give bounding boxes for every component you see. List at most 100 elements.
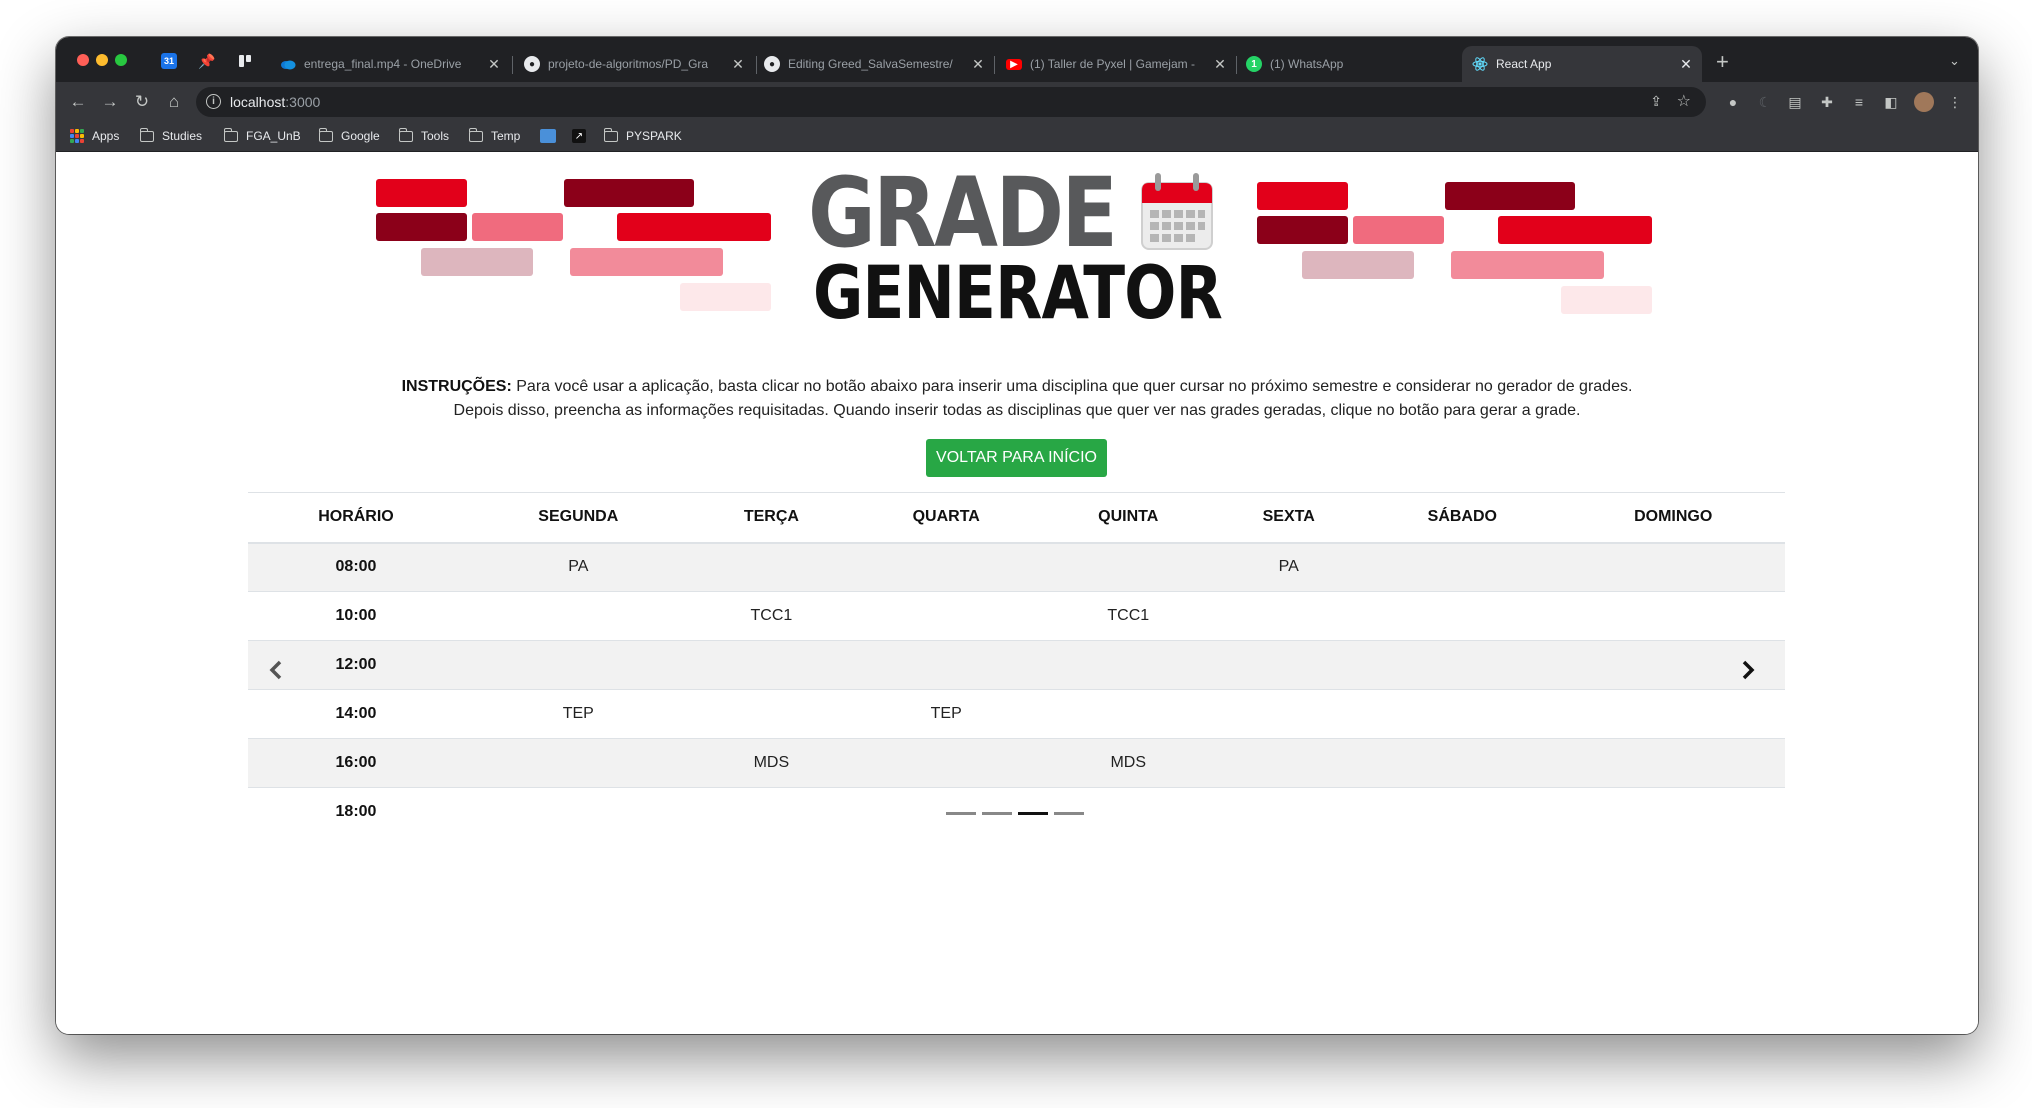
share-icon[interactable]: ⇪ xyxy=(1650,93,1662,110)
side-panel-icon[interactable]: ◧ xyxy=(1882,93,1900,111)
carousel-indicator[interactable] xyxy=(1018,812,1048,815)
course-cell xyxy=(692,542,851,592)
url-text[interactable]: localhost:3000 xyxy=(230,94,320,110)
course-cell: PA xyxy=(1214,542,1364,592)
tab-title: React App xyxy=(1496,57,1552,71)
tab-search-chevron-icon[interactable]: ⌄ xyxy=(1949,53,1960,69)
course-cell xyxy=(1561,542,1785,592)
course-cell xyxy=(1042,542,1215,592)
course-cell xyxy=(692,640,851,690)
forward-arrow-icon[interactable]: → xyxy=(98,90,122,114)
folder-icon xyxy=(139,127,154,142)
course-cell xyxy=(1363,738,1562,788)
folder-icon xyxy=(603,127,618,142)
course-cell xyxy=(1363,787,1562,837)
close-tab-icon[interactable]: ✕ xyxy=(484,56,504,73)
course-cell xyxy=(1561,689,1785,739)
bookmark-google[interactable]: Google xyxy=(318,127,380,143)
time-cell: 08:00 xyxy=(248,542,464,592)
bookmark-fga-unb[interactable]: FGA_UnB xyxy=(223,127,301,143)
course-cell xyxy=(850,591,1043,641)
course-cell xyxy=(1214,689,1364,739)
pinned-tab-calendar[interactable]: 31 xyxy=(152,46,186,76)
reload-icon[interactable]: ↻ xyxy=(130,90,154,114)
schedule-table: HORÁRIO SEGUNDA TERÇA QUARTA QUINTA SEXTA SÁBA… xyxy=(248,492,1785,837)
pinned-tab-pushpin[interactable]: 📌 xyxy=(190,46,224,76)
folder-icon xyxy=(468,127,483,142)
extensions-puzzle-icon[interactable]: ✚ xyxy=(1818,93,1836,111)
time-cell: 14:00 xyxy=(248,689,464,739)
pinned-tab-trello[interactable] xyxy=(228,46,262,76)
bookmark-arrow-site[interactable]: ↗ xyxy=(572,129,586,143)
close-tab-icon[interactable]: ✕ xyxy=(728,56,748,73)
profile-avatar[interactable] xyxy=(1914,92,1934,112)
back-to-start-button[interactable]: VOLTAR PARA INÍCIO xyxy=(926,439,1107,477)
close-window-button[interactable] xyxy=(77,54,89,66)
tab-github-pd-grade[interactable]: ● projeto-de-algoritmos/PD_Gra ✕ xyxy=(514,46,754,82)
carousel-indicator[interactable] xyxy=(982,812,1012,815)
course-cell xyxy=(850,738,1043,788)
site-info-icon[interactable]: i xyxy=(206,94,221,109)
course-cell xyxy=(463,591,693,641)
pushpin-icon: 📌 xyxy=(198,52,216,69)
youtube-icon: ▶ xyxy=(1006,58,1022,70)
instructions-line-1: Para você usar a aplicação, basta clicar… xyxy=(516,378,1633,395)
back-arrow-icon[interactable]: ← xyxy=(66,90,90,114)
course-cell xyxy=(1363,591,1562,641)
extension-cookie-icon[interactable]: ● xyxy=(1724,93,1742,111)
instructions-text: INSTRUÇÕES: Para você usar a aplicação, … xyxy=(56,375,1978,423)
browser-menu-icon[interactable]: ⋮ xyxy=(1946,93,1964,111)
carousel-indicator[interactable] xyxy=(1054,812,1084,815)
course-cell xyxy=(463,787,693,837)
table-row: 12:00 xyxy=(248,640,1785,690)
bookmark-apps[interactable]: Apps xyxy=(70,129,119,143)
bookmark-chart-site[interactable] xyxy=(540,129,556,143)
time-cell: 18:00 xyxy=(248,787,464,837)
course-cell xyxy=(1042,689,1215,739)
maximize-window-button[interactable] xyxy=(115,54,127,66)
bookmark-tools[interactable]: Tools xyxy=(398,127,449,143)
new-tab-button[interactable]: + xyxy=(1716,49,1729,75)
tab-youtube[interactable]: ▶ (1) Taller de Pyxel | Gamejam - ✕ xyxy=(996,46,1236,82)
column-header: QUARTA xyxy=(850,492,1043,544)
extension-moon-icon[interactable]: ☾ xyxy=(1756,93,1774,111)
bookmark-star-icon[interactable]: ☆ xyxy=(1677,91,1691,111)
carousel-next-arrow-icon[interactable] xyxy=(1736,658,1760,682)
course-cell: PA xyxy=(463,542,693,592)
schedule-header-row: HORÁRIO SEGUNDA TERÇA QUARTA QUINTA SEXTA SÁBA… xyxy=(248,492,1785,544)
tab-title: projeto-de-algoritmos/PD_Gra xyxy=(548,57,709,71)
course-cell xyxy=(1363,689,1562,739)
instructions-line-2: Depois disso, preencha as informações re… xyxy=(453,402,1581,419)
tab-github-greed[interactable]: ● Editing Greed_SalvaSemestre/ ✕ xyxy=(754,46,994,82)
close-tab-icon[interactable]: ✕ xyxy=(1676,56,1696,73)
logo-generator-text: GENERATOR xyxy=(813,251,1223,336)
minimize-window-button[interactable] xyxy=(96,54,108,66)
column-header: QUINTA xyxy=(1042,492,1215,544)
tab-react-app[interactable]: React App ✕ xyxy=(1462,46,1702,82)
bookmarks-bar: Apps Studies FGA_UnB Google Tools Temp ↗ xyxy=(56,122,1978,152)
bookmark-temp[interactable]: Temp xyxy=(468,127,520,143)
tab-title: entrega_final.mp4 - OneDrive xyxy=(304,57,462,71)
course-cell xyxy=(463,738,693,788)
table-row: 16:00 MDS MDS xyxy=(248,738,1785,788)
home-icon[interactable]: ⌂ xyxy=(162,90,186,114)
react-icon xyxy=(1472,56,1488,72)
google-calendar-icon: 31 xyxy=(161,53,177,69)
tab-onedrive[interactable]: entrega_final.mp4 - OneDrive ✕ xyxy=(270,46,510,82)
carousel-prev-arrow-icon[interactable] xyxy=(264,658,288,682)
github-icon: ● xyxy=(764,56,780,72)
carousel-indicator[interactable] xyxy=(946,812,976,815)
course-cell: MDS xyxy=(692,738,851,788)
toolbar: ← → ↻ ⌂ i localhost:3000 ⇪ ☆ ● ☾ ▤ ✚ ≡ ◧… xyxy=(56,82,1978,122)
close-tab-icon[interactable]: ✕ xyxy=(1210,56,1230,73)
address-bar[interactable]: i localhost:3000 ⇪ ☆ xyxy=(196,87,1706,117)
extension-reader-icon[interactable]: ▤ xyxy=(1786,93,1804,111)
course-cell xyxy=(1042,640,1215,690)
bookmark-pyspark[interactable]: PYSPARK xyxy=(603,127,682,143)
close-tab-icon[interactable]: ✕ xyxy=(968,56,988,73)
trello-icon xyxy=(239,55,251,67)
page-content: GRADE GENERATOR INSTRUÇÕES: Para você us… xyxy=(56,153,1978,1034)
bookmark-studies[interactable]: Studies xyxy=(139,127,202,143)
course-cell xyxy=(1214,591,1364,641)
media-queue-icon[interactable]: ≡ xyxy=(1850,93,1868,111)
